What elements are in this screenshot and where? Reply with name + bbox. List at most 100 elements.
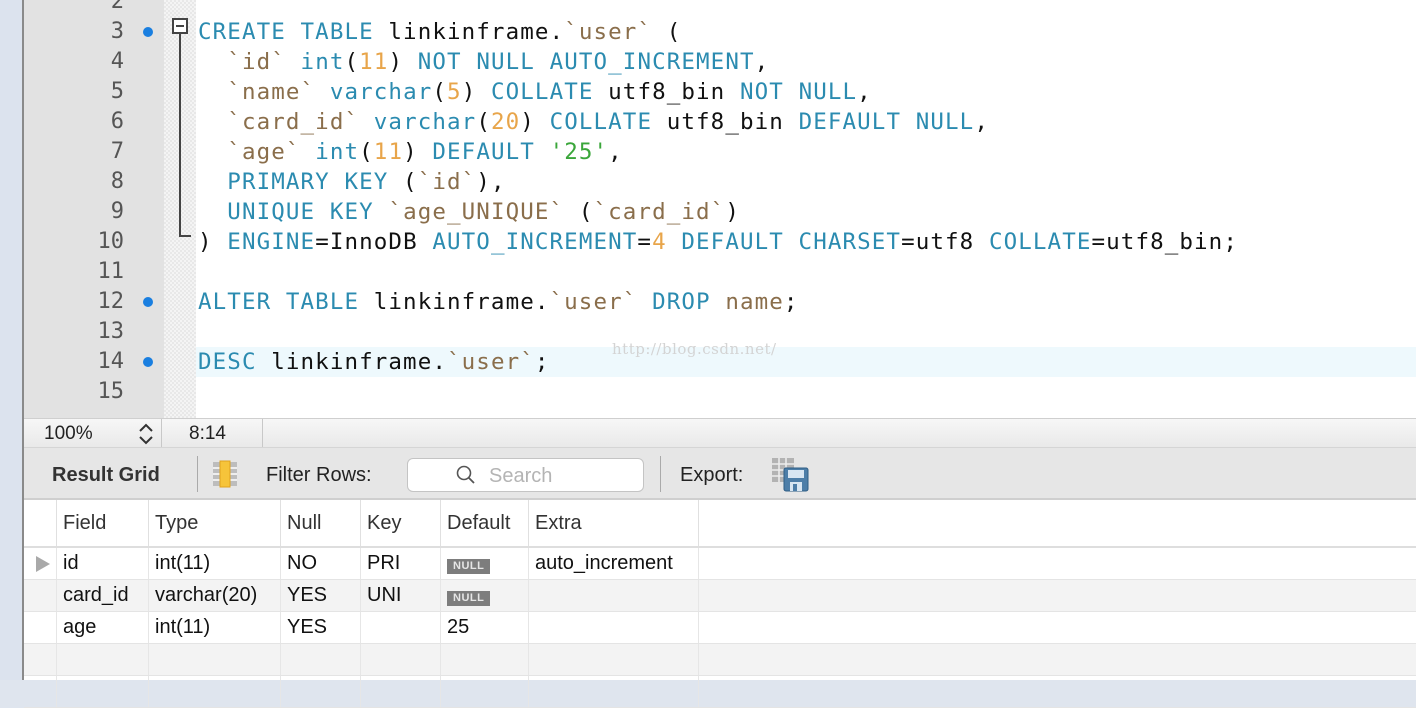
column-header-default[interactable]: Default — [440, 500, 528, 546]
cell-default[interactable]: NULL — [440, 548, 528, 579]
cell-extra[interactable] — [528, 580, 698, 611]
statement-marker-icon[interactable] — [143, 297, 153, 307]
code-line[interactable]: 11 — [24, 257, 1416, 287]
cell-field[interactable] — [56, 676, 148, 707]
token-identifier: `user` — [447, 349, 535, 375]
cell-type[interactable]: int(11) — [148, 548, 280, 579]
cell-key[interactable] — [360, 676, 440, 707]
cell-type[interactable]: int(11) — [148, 612, 280, 643]
cell-field[interactable]: card_id — [56, 580, 148, 611]
cell-default[interactable]: NULL — [440, 580, 528, 611]
column-header-type[interactable]: Type — [148, 500, 280, 546]
code-line[interactable]: 15 — [24, 377, 1416, 407]
code-line[interactable]: 12 ALTER TABLE linkinframe.`user` DROP na… — [24, 287, 1416, 317]
token-text: ( — [652, 19, 682, 45]
token-text: = — [637, 229, 653, 255]
cell-key[interactable]: UNI — [360, 580, 440, 611]
code-line[interactable]: 10) ENGINE=InnoDB AUTO_INCREMENT=4 DEFAU… — [24, 227, 1416, 257]
table-row[interactable]: age int(11) YES 25 — [24, 612, 1416, 644]
column-header-null[interactable]: Null — [280, 500, 360, 546]
fold-range-line — [179, 34, 181, 236]
column-header-field[interactable]: Field — [56, 500, 148, 546]
filter-rows-search-input[interactable]: Search — [407, 458, 644, 492]
status-separator — [161, 419, 162, 447]
token-text: ( — [359, 139, 374, 165]
line-number: 13 — [97, 319, 125, 344]
cell-default[interactable]: 25 — [440, 612, 528, 643]
fold-collapse-icon[interactable] — [172, 18, 188, 34]
code-text: `card_id` varchar(20) COLLATE utf8_bin D… — [198, 107, 989, 137]
column-header-key[interactable]: Key — [360, 500, 440, 546]
code-line[interactable]: 4 `id` int(11) NOT NULL AUTO_INCREMENT, — [24, 47, 1416, 77]
token-keyword: DEFAULT — [432, 139, 535, 165]
token-keyword: ENGINE — [227, 229, 316, 255]
cell-extra[interactable] — [528, 612, 698, 643]
code-line[interactable]: 6 `card_id` varchar(20) COLLATE utf8_bin… — [24, 107, 1416, 137]
cell-extra[interactable] — [528, 644, 698, 675]
cell-extra[interactable]: auto_increment — [528, 548, 698, 579]
code-line[interactable]: 2 — [24, 0, 1416, 17]
empty-row[interactable] — [24, 644, 1416, 676]
cell-default[interactable] — [440, 676, 528, 707]
line-number: 3 — [110, 19, 124, 44]
result-grid[interactable]: Field Type Null Key Default Extra id int(11) NO P… — [24, 500, 1416, 708]
code-text: CREATE TABLE linkinframe.`user` ( — [198, 17, 681, 47]
empty-row[interactable] — [24, 676, 1416, 708]
token-keyword: PRIMARY KEY — [227, 169, 389, 195]
cell-type[interactable] — [148, 676, 280, 707]
result-grid-tab[interactable]: Result Grid — [52, 464, 160, 487]
token-keyword: DROP — [652, 289, 711, 315]
cell-key[interactable] — [360, 612, 440, 643]
token-keyword: int — [315, 139, 360, 165]
column-divider — [698, 548, 705, 579]
table-row[interactable]: card_id varchar(20) YES UNI NULL — [24, 580, 1416, 612]
code-line[interactable]: 5 `name` varchar(5) COLLATE utf8_bin NOT… — [24, 77, 1416, 107]
cell-default[interactable] — [440, 644, 528, 675]
statement-marker-icon[interactable] — [143, 27, 153, 37]
code-text: `age` int(11) DEFAULT '25', — [198, 137, 623, 167]
code-line[interactable]: 7 `age` int(11) DEFAULT '25', — [24, 137, 1416, 167]
token-keyword: int — [300, 49, 345, 75]
table-row[interactable]: id int(11) NO PRI NULL auto_increment — [24, 548, 1416, 580]
token-text: , — [857, 79, 872, 105]
cell-extra[interactable] — [528, 676, 698, 707]
cell-null[interactable]: NO — [280, 548, 360, 579]
cell-key[interactable] — [360, 644, 440, 675]
zoom-level[interactable]: 100% — [44, 423, 93, 445]
cell-field[interactable]: age — [56, 612, 148, 643]
cell-type[interactable] — [148, 644, 280, 675]
token-keyword: AUTO_INCREMENT — [432, 229, 638, 255]
cell-null[interactable] — [280, 676, 360, 707]
cell-type[interactable]: varchar(20) — [148, 580, 280, 611]
cell-field[interactable]: id — [56, 548, 148, 579]
zoom-stepper-icon[interactable] — [136, 421, 156, 447]
export-icon[interactable] — [772, 458, 812, 492]
line-number: 11 — [97, 259, 125, 284]
sql-editor[interactable]: 2 3 CREATE TABLE linkinframe.`user` (4 `id… — [24, 0, 1416, 418]
column-divider — [698, 676, 705, 707]
columns-toggle-icon[interactable] — [212, 460, 238, 488]
cell-field[interactable] — [56, 644, 148, 675]
code-text: ) ENGINE=InnoDB AUTO_INCREMENT=4 DEFAULT… — [198, 227, 1238, 257]
code-line[interactable]: 9 UNIQUE KEY `age_UNIQUE` (`card_id`) — [24, 197, 1416, 227]
search-placeholder: Search — [489, 465, 553, 487]
token-text: ( — [432, 79, 448, 105]
cell-null[interactable]: YES — [280, 580, 360, 611]
cell-null[interactable] — [280, 644, 360, 675]
code-line[interactable]: 8 PRIMARY KEY (`id`), — [24, 167, 1416, 197]
cell-null[interactable]: YES — [280, 612, 360, 643]
export-label: Export: — [680, 464, 744, 486]
token-number: 5 — [447, 79, 462, 105]
token-text: , — [608, 139, 623, 165]
token-number: 20 — [490, 109, 521, 135]
statement-marker-icon[interactable] — [143, 357, 153, 367]
cell-key[interactable]: PRI — [360, 548, 440, 579]
code-line[interactable]: 3 CREATE TABLE linkinframe.`user` ( — [24, 17, 1416, 47]
column-header-extra[interactable]: Extra — [528, 500, 698, 546]
token-text: , — [754, 49, 770, 75]
